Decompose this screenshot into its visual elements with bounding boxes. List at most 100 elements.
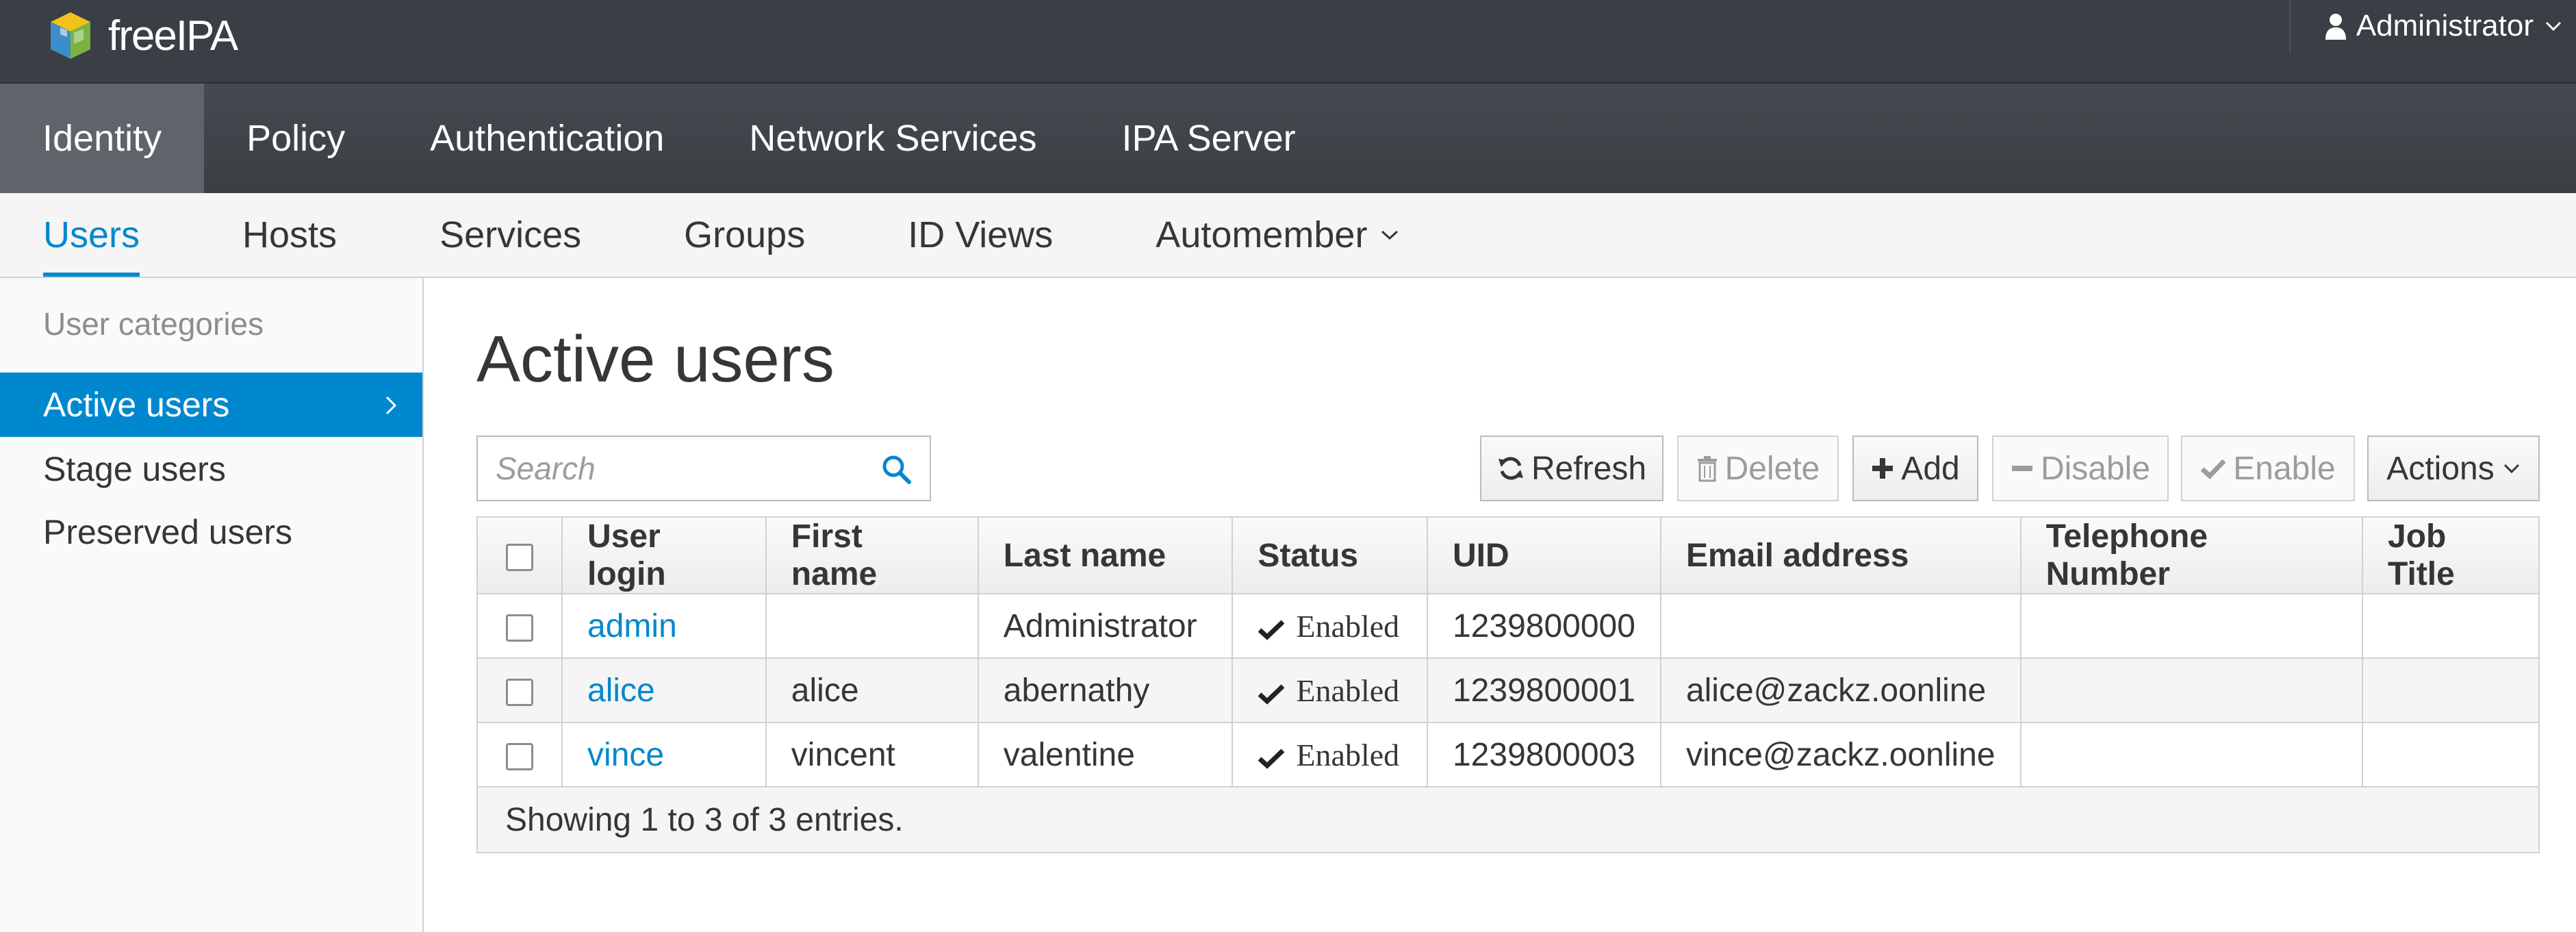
column-header-user-login[interactable]: User login (561, 516, 767, 594)
disable-label: Disable (2040, 450, 2151, 487)
delete-button[interactable]: Delete (1677, 436, 1839, 501)
column-header-telephone[interactable]: Telephone Number (2019, 516, 2364, 594)
actions-label: Actions (2386, 450, 2495, 487)
status-text: Enabled (1296, 608, 1400, 644)
column-header-last-name[interactable]: Last name (977, 516, 1234, 594)
enable-label: Enable (2233, 450, 2336, 487)
status-cell: Enabled (1232, 657, 1428, 723)
search-icon[interactable] (880, 453, 912, 485)
user-login-link[interactable]: alice (587, 672, 655, 709)
chevron-down-icon (2503, 464, 2519, 474)
sidebar-heading: User categories (43, 306, 264, 342)
user-icon (2325, 14, 2346, 40)
sidebar-item-label: Stage users (43, 450, 226, 488)
main-nav-ipa-server[interactable]: IPA Server (1080, 84, 1338, 193)
tab-services-label: Services (439, 214, 582, 255)
add-button[interactable]: Add (1852, 436, 1978, 501)
enable-button[interactable]: Enable (2181, 436, 2355, 501)
sub-nav: Users Hosts Services Groups ID Views Aut… (0, 193, 2576, 278)
plus-icon (1872, 458, 1893, 479)
user-login-cell: vince (561, 722, 767, 788)
row-select-cell (476, 593, 563, 659)
email-cell (1659, 593, 2022, 659)
tab-services[interactable]: Services (388, 193, 633, 277)
trash-icon (1697, 456, 1717, 482)
check-icon (1258, 684, 1285, 705)
table-row: admin Administrator Enabled 1239800000 (476, 593, 2540, 659)
disable-button[interactable]: Disable (1992, 436, 2169, 501)
user-login-cell: admin (561, 593, 767, 659)
tab-hosts-label: Hosts (242, 214, 337, 255)
last-name-cell: Administrator (977, 593, 1234, 659)
freeipa-cube-icon (51, 12, 90, 59)
search-box (476, 436, 931, 501)
first-name-cell: alice (765, 657, 979, 723)
tab-users[interactable]: Users (0, 193, 191, 277)
brand-logo[interactable]: freeIPA (47, 8, 238, 63)
user-menu[interactable]: Administrator (2288, 0, 2576, 52)
status-cell: Enabled (1232, 722, 1428, 788)
last-name-cell: abernathy (977, 657, 1234, 723)
tab-id-views[interactable]: ID Views (856, 193, 1104, 277)
chevron-down-icon (2545, 21, 2562, 32)
tab-automember-label: Automember (1156, 214, 1368, 255)
job-title-cell (2362, 722, 2540, 788)
tab-groups[interactable]: Groups (633, 193, 856, 277)
sidebar-item-preserved-users[interactable]: Preserved users (0, 500, 422, 564)
telephone-cell (2019, 593, 2364, 659)
column-header-uid[interactable]: UID (1426, 516, 1661, 594)
telephone-cell (2019, 657, 2364, 723)
uid-cell: 1239800001 (1426, 657, 1661, 723)
main-nav-network-services[interactable]: Network Services (706, 84, 1079, 193)
search-input[interactable] (494, 449, 853, 488)
refresh-icon (1498, 457, 1523, 480)
email-cell: vince@zackz.oonline (1659, 722, 2022, 788)
telephone-cell (2019, 722, 2364, 788)
minus-icon (2011, 466, 2032, 471)
refresh-button[interactable]: Refresh (1480, 436, 1663, 501)
column-header-status[interactable]: Status (1232, 516, 1428, 594)
main-nav-identity[interactable]: Identity (0, 84, 205, 193)
main-nav-authentication[interactable]: Authentication (387, 84, 706, 193)
table-row: alice alice abernathy Enabled 1239800001… (476, 657, 2540, 723)
sidebar-item-active-users[interactable]: Active users (0, 373, 422, 437)
add-label: Add (1901, 450, 1960, 487)
refresh-label: Refresh (1531, 450, 1647, 487)
email-cell: alice@zackz.oonline (1659, 657, 2022, 723)
users-table: User login First name Last name Status U… (476, 516, 2540, 853)
first-name-cell: vincent (765, 722, 979, 788)
tab-groups-label: Groups (684, 214, 806, 255)
tab-automember[interactable]: Automember (1104, 193, 1451, 277)
actions-dropdown[interactable]: Actions (2367, 436, 2540, 501)
column-header-email[interactable]: Email address (1659, 516, 2022, 594)
tab-id-views-label: ID Views (908, 214, 1054, 255)
select-all-checkbox[interactable] (506, 543, 534, 571)
delete-label: Delete (1724, 450, 1820, 487)
job-title-cell (2362, 657, 2540, 723)
tab-hosts[interactable]: Hosts (191, 193, 388, 277)
brand-name: freeIPA (108, 12, 238, 60)
row-checkbox[interactable] (506, 678, 534, 706)
row-checkbox[interactable] (506, 742, 534, 770)
chevron-down-icon (1381, 230, 1399, 240)
column-header-first-name[interactable]: First name (765, 516, 979, 594)
main-nav-policy[interactable]: Policy (204, 84, 387, 193)
first-name-cell (765, 593, 979, 659)
sidebar-item-label: Preserved users (43, 513, 293, 551)
check-icon (1258, 748, 1285, 769)
user-login-link[interactable]: vince (587, 737, 664, 773)
last-name-cell: valentine (977, 722, 1234, 788)
status-text: Enabled (1296, 672, 1400, 708)
sidebar-item-stage-users[interactable]: Stage users (0, 437, 422, 501)
column-header-job-title[interactable]: Job Title (2362, 516, 2540, 594)
user-login-link[interactable]: admin (587, 608, 677, 644)
top-header: freeIPA Administrator (0, 0, 2576, 84)
main-nav: Identity Policy Authentication Network S… (0, 84, 2576, 193)
page-title: Active users (476, 323, 834, 396)
uid-cell: 1239800000 (1426, 593, 1661, 659)
sidebar: User categories Active users Stage users… (0, 278, 424, 932)
row-checkbox[interactable] (506, 614, 534, 642)
status-cell: Enabled (1232, 593, 1428, 659)
table-footer-row: Showing 1 to 3 of 3 entries. (476, 786, 2540, 853)
row-select-cell (476, 657, 563, 723)
